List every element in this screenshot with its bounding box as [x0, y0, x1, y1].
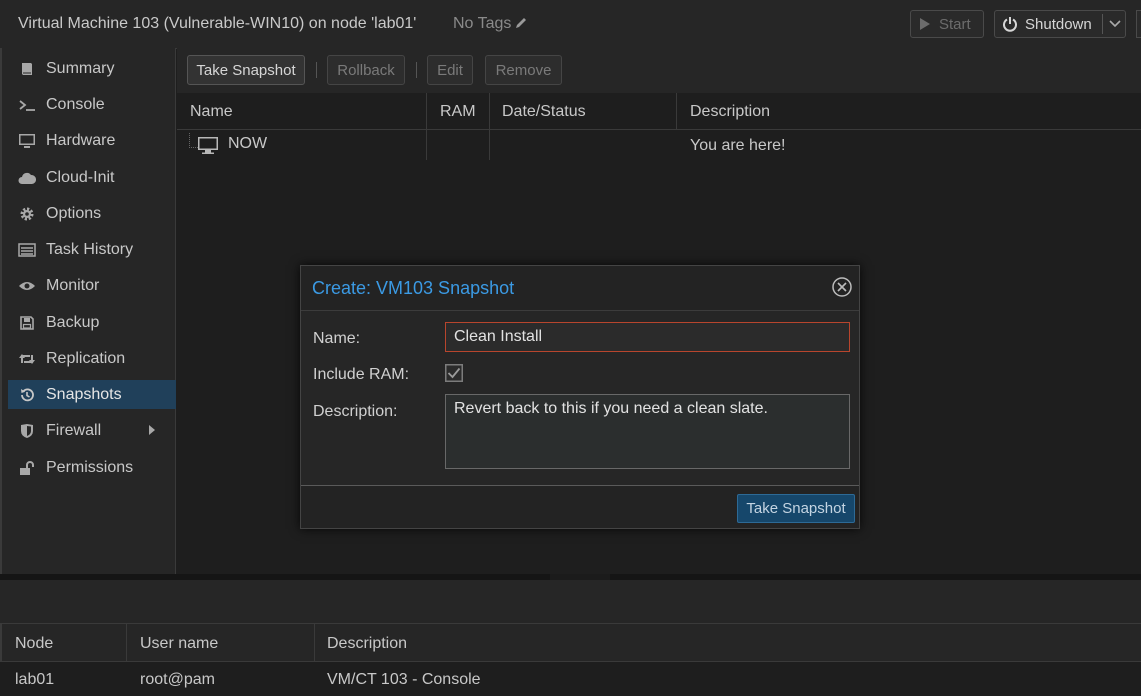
expand-arrow-icon[interactable]	[148, 424, 156, 436]
column-divider	[314, 624, 315, 662]
sidebar-item-console[interactable]: Console	[8, 90, 176, 119]
sidebar-item-cloud-init[interactable]: Cloud-Init	[8, 163, 176, 192]
desktop-icon	[17, 133, 37, 149]
column-header-date-status[interactable]: Date/Status	[502, 103, 586, 121]
sidebar-item-task-history[interactable]: Task History	[8, 235, 176, 264]
shutdown-label: Shutdown	[1025, 15, 1092, 33]
snapshot-name-input[interactable]	[445, 322, 850, 352]
eye-icon	[17, 279, 37, 293]
sidebar-item-label: Backup	[46, 313, 100, 331]
column-divider	[126, 624, 127, 662]
sidebar-item-backup[interactable]: Backup	[8, 308, 176, 337]
create-snapshot-dialog: Create: VM103 Snapshot Name: Include RAM…	[300, 265, 860, 529]
dialog-title: Create: VM103 Snapshot	[312, 278, 515, 298]
task-log-header: Node User name Description	[0, 624, 1141, 662]
chevron-down-icon[interactable]	[1109, 19, 1121, 29]
sidebar-item-firewall[interactable]: Firewall	[8, 416, 176, 445]
edit-button[interactable]: Edit	[427, 55, 473, 85]
sidebar-item-label: Task History	[46, 240, 134, 258]
snapshot-description: You are here!	[690, 137, 786, 154]
tags-label: No Tags	[453, 15, 512, 32]
book-icon	[17, 61, 37, 77]
sidebar-item-snapshots[interactable]: Snapshots	[8, 380, 176, 409]
sidebar: Summary Console Hardware Cloud-Init Opti…	[0, 48, 176, 574]
list-icon	[17, 242, 37, 258]
column-header-node[interactable]: Node	[15, 635, 53, 653]
column-header-task-description[interactable]: Description	[327, 635, 407, 653]
column-header-description[interactable]: Description	[690, 103, 770, 121]
gear-icon	[17, 206, 37, 222]
snapshot-name: NOW	[228, 135, 268, 152]
sidebar-item-label: Snapshots	[46, 385, 122, 403]
sidebar-item-label: Monitor	[46, 276, 100, 294]
task-description: VM/CT 103 - Console	[327, 671, 481, 688]
history-icon	[17, 387, 37, 403]
remove-button[interactable]: Remove	[485, 55, 562, 85]
include-ram-label: Include RAM:	[313, 366, 410, 383]
name-label: Name:	[313, 330, 361, 347]
close-icon[interactable]	[832, 277, 852, 297]
sidebar-item-label: Hardware	[46, 131, 116, 149]
task-user: root@pam	[140, 671, 215, 688]
sidebar-item-label: Firewall	[46, 421, 102, 439]
sidebar-item-label: Console	[46, 95, 105, 113]
grid-header: Name RAM Date/Status Description	[177, 93, 1141, 130]
start-label: Start	[939, 15, 971, 33]
column-divider	[676, 93, 677, 130]
sidebar-item-label: Summary	[46, 59, 115, 77]
snapshot-description-input[interactable]: Revert back to this if you need a clean …	[445, 394, 850, 469]
dialog-footer: Take Snapshot	[301, 486, 859, 528]
tags-editor[interactable]: No Tags	[453, 15, 528, 33]
sidebar-item-label: Replication	[46, 349, 126, 367]
sidebar-item-hardware[interactable]: Hardware	[8, 126, 176, 155]
sidebar-item-label: Permissions	[46, 458, 134, 476]
sidebar-item-replication[interactable]: Replication	[8, 344, 176, 373]
retweet-icon	[17, 352, 37, 366]
floppy-icon	[17, 315, 37, 331]
start-button[interactable]: Start	[910, 10, 984, 38]
split-divider	[1101, 14, 1103, 34]
sidebar-item-options[interactable]: Options	[8, 199, 176, 228]
column-header-user-name[interactable]: User name	[140, 635, 218, 653]
shield-icon	[17, 423, 37, 439]
sidebar-item-monitor[interactable]: Monitor	[8, 271, 176, 300]
snapshot-toolbar: Take Snapshot Rollback Edit Remove	[177, 48, 1141, 93]
sidebar-item-summary[interactable]: Summary	[8, 54, 176, 83]
play-icon	[920, 18, 930, 30]
task-node: lab01	[15, 671, 55, 688]
include-ram-checkbox[interactable]	[445, 364, 463, 382]
rollback-button[interactable]: Rollback	[327, 55, 405, 85]
take-snapshot-submit-button[interactable]: Take Snapshot	[737, 494, 855, 523]
vm-title: Virtual Machine 103 (Vulnerable-WIN10) o…	[18, 15, 417, 32]
sidebar-item-label: Cloud-Init	[46, 168, 115, 186]
cloud-icon	[17, 171, 37, 185]
unlock-icon	[17, 460, 37, 476]
more-button[interactable]	[1136, 10, 1141, 38]
shutdown-button[interactable]: Shutdown	[994, 10, 1126, 38]
description-label: Description:	[313, 403, 398, 420]
column-header-name[interactable]: Name	[190, 103, 233, 121]
take-snapshot-button[interactable]: Take Snapshot	[187, 55, 305, 85]
pencil-icon	[516, 18, 527, 28]
sidebar-item-permissions[interactable]: Permissions	[8, 453, 176, 482]
toolbar-separator	[416, 62, 417, 78]
dialog-body: Name: Include RAM: Description: Revert b…	[301, 310, 859, 486]
sidebar-item-label: Options	[46, 204, 102, 222]
table-row[interactable]: NOW You are here!	[177, 130, 1141, 160]
column-header-ram[interactable]: RAM	[440, 103, 476, 121]
task-log-toolbar	[0, 580, 1141, 624]
terminal-icon	[17, 97, 37, 113]
toolbar-separator	[316, 62, 317, 78]
sidebar-border	[0, 48, 2, 574]
power-icon	[1003, 17, 1017, 32]
